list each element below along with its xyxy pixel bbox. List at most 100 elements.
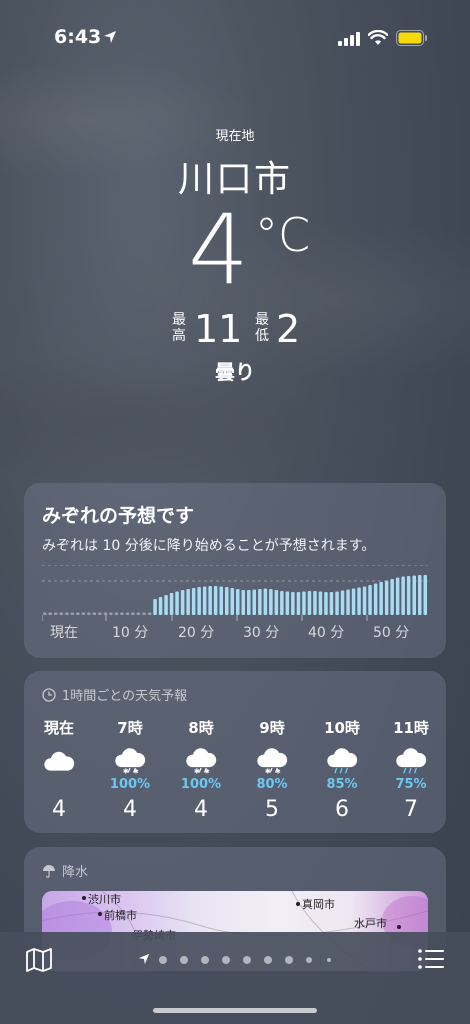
page-dot bbox=[306, 957, 312, 963]
intensity-bar bbox=[180, 590, 185, 615]
cloud-icon bbox=[44, 751, 75, 771]
intensity-bar bbox=[147, 612, 152, 615]
map-label: 真岡市 bbox=[302, 898, 335, 911]
intensity-bar bbox=[208, 586, 212, 615]
sleet-icon: ✱ ✱ bbox=[115, 748, 146, 775]
temperature-unit: °C bbox=[255, 208, 311, 262]
intensity-bar bbox=[373, 583, 378, 615]
intensity-bar bbox=[241, 590, 245, 615]
hourly-forecast-card[interactable]: 1時間ごとの天気予報 現在 4 7時 ✱ ✱ 100% 4 8時 ✱ ✱ 100% 4 9時 ✱ ✱ 80% 5… bbox=[24, 671, 446, 833]
hour-temperature: 5 bbox=[265, 797, 279, 822]
page-dot bbox=[285, 956, 293, 964]
intensity-bar bbox=[252, 589, 256, 615]
clock-icon bbox=[42, 688, 56, 702]
intensity-bar bbox=[406, 576, 411, 615]
intensity-bar bbox=[236, 589, 240, 615]
intensity-bar bbox=[335, 591, 339, 615]
intensity-bar bbox=[43, 612, 47, 615]
precip-chance: 100% bbox=[109, 777, 151, 792]
page-dot bbox=[180, 956, 188, 964]
map-dot bbox=[296, 902, 300, 906]
current-temperature: 4 °C bbox=[0, 194, 470, 306]
sleet-icon: ✱ ✱ bbox=[257, 748, 288, 775]
chart-tick-label: 現在 bbox=[50, 625, 78, 641]
intensity-bar bbox=[186, 589, 190, 615]
intensity-bar bbox=[318, 591, 323, 615]
list-icon[interactable] bbox=[418, 948, 444, 970]
status-bar: 6:43 bbox=[0, 24, 470, 54]
precip-intensity-chart: 現在 10 分 20 分 30 分 40 分 50 分 bbox=[42, 565, 428, 641]
hourly-item: 8時 ✱ ✱ 100% 4 bbox=[166, 717, 236, 822]
map-label: 水戸市 bbox=[354, 917, 387, 930]
page-dot bbox=[264, 956, 272, 964]
intensity-bar bbox=[418, 575, 422, 615]
intensity-bar bbox=[302, 591, 306, 615]
current-location-page-icon bbox=[138, 953, 150, 965]
page-dot bbox=[159, 956, 167, 964]
hour-temperature: 4 bbox=[194, 797, 208, 822]
intensity-bar bbox=[274, 590, 279, 615]
intensity-bar bbox=[54, 612, 58, 615]
intensity-bar bbox=[65, 612, 69, 615]
umbrella-icon bbox=[43, 865, 55, 878]
intensity-bar bbox=[362, 586, 367, 615]
hour-label: 現在 bbox=[43, 719, 74, 737]
hour-label: 11時 bbox=[393, 719, 429, 737]
intensity-bar bbox=[219, 586, 223, 615]
intensity-bar bbox=[98, 612, 102, 615]
intensity-bar bbox=[202, 586, 207, 615]
intensity-bar bbox=[164, 595, 168, 615]
intensity-bar bbox=[263, 588, 268, 615]
intensity-bar bbox=[368, 585, 372, 615]
intensity-bar bbox=[247, 590, 251, 615]
hour-label: 9時 bbox=[259, 719, 285, 737]
hourly-item: 7時 ✱ ✱ 100% 4 bbox=[95, 717, 165, 822]
intensity-bar bbox=[48, 612, 52, 615]
precip-forecast-description: みぞれは 10 分後に降り始めることが予想されます。 bbox=[42, 538, 376, 554]
hour-temperature: 4 bbox=[123, 797, 137, 822]
svg-text:✱: ✱ bbox=[123, 766, 129, 775]
chart-tick-label: 50 分 bbox=[373, 625, 409, 641]
svg-text:✱: ✱ bbox=[134, 768, 139, 775]
intensity-bar bbox=[175, 591, 179, 615]
high-value: 11 bbox=[194, 307, 243, 351]
intensity-bar bbox=[81, 612, 86, 615]
intensity-bar bbox=[401, 576, 405, 615]
map-icon[interactable] bbox=[26, 948, 52, 972]
rain-icon bbox=[396, 748, 427, 774]
map-label: 渋川市 bbox=[88, 893, 121, 906]
intensity-bar bbox=[76, 612, 80, 615]
precip-forecast-title: みぞれの予想です bbox=[42, 505, 195, 527]
intensity-bar bbox=[120, 612, 124, 615]
precip-map-header: 降水 bbox=[42, 861, 88, 880]
hour-label: 10時 bbox=[324, 719, 360, 737]
hourly-item: 10時 85% 6 bbox=[307, 717, 377, 822]
hour-label: 7時 bbox=[117, 719, 143, 737]
intensity-bar bbox=[390, 579, 394, 615]
hour-temperature: 6 bbox=[335, 797, 349, 822]
wifi-icon bbox=[368, 30, 388, 45]
intensity-bar bbox=[351, 588, 356, 615]
map-dot bbox=[98, 912, 102, 916]
svg-text:✱: ✱ bbox=[205, 768, 210, 775]
intensity-bar bbox=[230, 588, 234, 615]
intensity-bar bbox=[395, 577, 400, 615]
chart-tick-label: 10 分 bbox=[112, 625, 148, 641]
svg-text:✱: ✱ bbox=[276, 768, 281, 775]
sleet-icon: ✱ ✱ bbox=[186, 748, 217, 775]
precip-chance bbox=[24, 777, 94, 793]
intensity-bar bbox=[59, 612, 63, 615]
intensity-bar bbox=[357, 587, 361, 615]
intensity-bar bbox=[197, 587, 201, 615]
precip-map-title: 降水 bbox=[62, 865, 89, 880]
hourly-item: 9時 ✱ ✱ 80% 5 bbox=[237, 717, 307, 822]
intensity-bar bbox=[329, 592, 334, 615]
hourly-forecast-header: 1時間ごとの天気予報 bbox=[42, 685, 187, 704]
precip-forecast-card[interactable]: みぞれの予想です みぞれは 10 分後に降り始めることが予想されます。 現在 10… bbox=[24, 483, 446, 658]
page-dot bbox=[222, 956, 230, 964]
high-label: 最高 bbox=[172, 312, 186, 344]
intensity-bar bbox=[258, 589, 262, 615]
intensity-bar bbox=[153, 599, 157, 615]
cellular-signal-icon bbox=[338, 32, 360, 46]
chart-tick-label: 30 分 bbox=[243, 625, 279, 641]
